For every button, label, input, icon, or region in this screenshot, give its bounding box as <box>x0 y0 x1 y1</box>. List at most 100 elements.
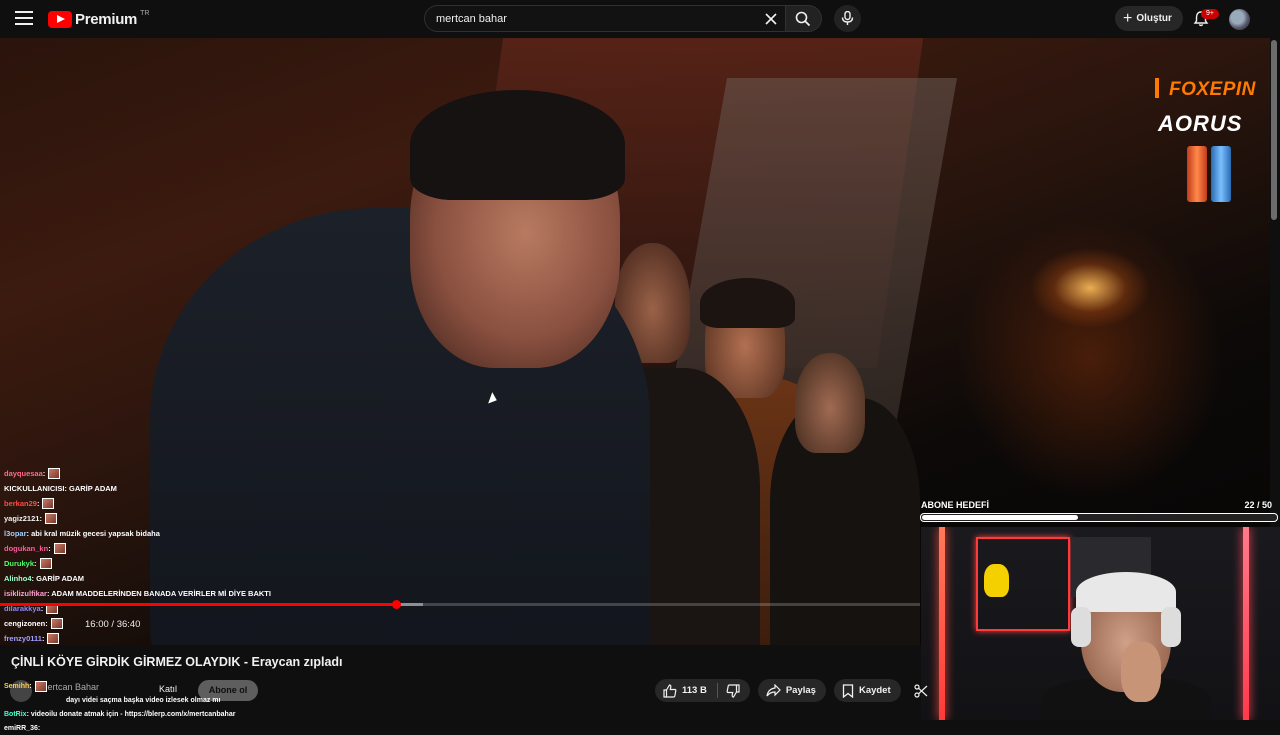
like-count: 113 B <box>682 685 707 696</box>
chat-username[interactable]: l3opar <box>4 526 27 541</box>
goal-count: 22 / 50 <box>1244 500 1272 510</box>
top-bar: Premium TR + Oluştur 9+ <box>0 0 1280 38</box>
video-progress-bar[interactable] <box>0 600 920 609</box>
create-button[interactable]: + Oluştur <box>1115 6 1183 31</box>
share-icon <box>766 684 781 697</box>
streamer-cap <box>1076 572 1176 612</box>
video-actions: 113 B Paylaş Kaydet <box>655 679 933 703</box>
thumbs-up-icon <box>663 683 677 698</box>
chat-emote-icon <box>47 633 60 644</box>
logo-text: Premium <box>75 10 138 28</box>
chat-message: yagiz2121 : <box>0 511 300 526</box>
chat-emote-icon <box>42 498 55 509</box>
foxepin-logo: FOXEPIN <box>1155 78 1256 101</box>
chat-username[interactable]: Semihh <box>4 683 29 690</box>
youtube-play-icon <box>48 10 72 28</box>
chat-text: : <box>29 682 32 690</box>
headphone-icon <box>1161 607 1181 647</box>
chat-message: cengizonen : <box>0 616 300 631</box>
chat-text: : GARİP ADAM <box>64 484 117 493</box>
bookmark-icon <box>842 683 854 698</box>
chat-username[interactable]: emiRR_36 <box>4 725 38 732</box>
progress-played <box>0 603 396 606</box>
dislike-button[interactable] <box>718 679 750 702</box>
create-label: Oluştur <box>1136 13 1172 24</box>
notification-badge: 9+ <box>1201 9 1219 19</box>
close-icon[interactable] <box>764 12 778 26</box>
search-input[interactable] <box>434 12 738 26</box>
thumbs-down-icon <box>726 683 740 698</box>
goal-progress-fill <box>922 515 1078 520</box>
foxepin-text: FOXEPIN <box>1169 79 1256 100</box>
streamer-webcam <box>921 527 1280 720</box>
logo-region: TR <box>140 10 150 17</box>
chat-text: : abi kral müzik gecesi yapsak bidaha <box>26 529 160 538</box>
chat-emote-icon <box>50 618 63 629</box>
chat-emote-icon <box>44 513 57 524</box>
headphone-icon <box>1071 607 1091 647</box>
like-dislike-group: 113 B <box>655 679 750 702</box>
chat-username[interactable]: BotRix <box>4 711 27 718</box>
chat-username[interactable]: Durukyk <box>4 556 34 571</box>
chat-text: dayı videi saçma başka video izlesek olm… <box>66 696 221 704</box>
youtube-premium-logo[interactable]: Premium TR <box>48 9 149 29</box>
chat-message: frenzy0111 : <box>0 631 300 646</box>
chat-text: : <box>48 544 51 553</box>
chat-text: : <box>37 724 41 732</box>
chat-message: dogukan_kn : <box>0 541 300 556</box>
chat-message: Durukyk : <box>0 556 300 571</box>
chat-message: Alinho4 : GARİP ADAM <box>0 571 300 586</box>
microphone-icon <box>841 11 854 25</box>
chat-message: berkan29 : <box>0 496 300 511</box>
neon-light <box>1243 527 1249 720</box>
chat-message: dayquesaa : <box>0 466 300 481</box>
voice-search-button[interactable] <box>834 5 861 32</box>
neon-light <box>939 527 945 720</box>
chat-emote-icon <box>48 468 61 479</box>
page-scrollbar[interactable] <box>1271 40 1277 220</box>
chat-username[interactable]: isiklizulfikar <box>4 586 47 601</box>
chat-text: : <box>42 469 46 478</box>
chat-text: : <box>45 619 48 628</box>
chat-text: : GARİP ADAM <box>31 574 85 583</box>
chat-username[interactable]: berkan29 <box>4 496 37 511</box>
save-label: Kaydet <box>858 685 891 696</box>
person-hair <box>700 278 795 328</box>
plus-icon: + <box>1123 9 1133 27</box>
person-hair <box>410 90 625 200</box>
chat-username[interactable]: KICKULLANICISI <box>4 481 64 496</box>
chat-username[interactable]: dogukan_kn <box>4 541 48 556</box>
chat-text: : <box>41 634 45 643</box>
chat-emote-icon <box>39 558 52 569</box>
avatar[interactable] <box>1229 9 1250 30</box>
share-label: Paylaş <box>785 685 816 696</box>
save-button[interactable]: Kaydet <box>833 679 901 702</box>
video-title: ÇİNLİ KÖYE GİRDİK GİRMEZ OLAYDIK - Erayc… <box>11 655 343 669</box>
chat-username[interactable]: yagiz2121 <box>4 511 39 526</box>
clip-scissors-icon[interactable] <box>909 679 933 702</box>
chat-username[interactable]: frenzy0111 <box>4 631 42 646</box>
progress-scrubber[interactable] <box>391 600 401 609</box>
energy-drink-logo <box>1187 146 1233 202</box>
chat-text: : <box>36 499 40 508</box>
goal-title: ABONE HEDEFİ <box>921 500 990 510</box>
chat-message: dayı videi saçma başka video izlesek olm… <box>0 693 300 707</box>
stream-chat-overlay-bottom: Semihh : dayı videi saçma başka video iz… <box>0 679 300 735</box>
streamer-hand <box>1121 642 1161 702</box>
menu-icon[interactable] <box>15 11 33 27</box>
search-icon <box>795 11 811 27</box>
chat-emote-icon <box>34 680 47 692</box>
goal-progress-track <box>920 513 1278 522</box>
like-button[interactable]: 113 B <box>655 679 717 702</box>
chat-text: : videoilu donate atmak için - https://b… <box>26 710 236 718</box>
chat-username[interactable]: dayquesaa <box>4 466 43 481</box>
search-box <box>424 5 786 32</box>
search-button[interactable] <box>786 5 822 32</box>
chat-username[interactable]: Alinho4 <box>4 571 32 586</box>
chat-username[interactable]: cengizonen <box>4 616 45 631</box>
subscriber-goal-widget: ABONE HEDEFİ 22 / 50 <box>918 497 1280 527</box>
share-button[interactable]: Paylaş <box>757 679 826 702</box>
pikachu-figure <box>984 564 1009 597</box>
chat-message: l3opar : abi kral müzik gecesi yapsak bi… <box>0 526 300 541</box>
person-head <box>795 353 865 453</box>
